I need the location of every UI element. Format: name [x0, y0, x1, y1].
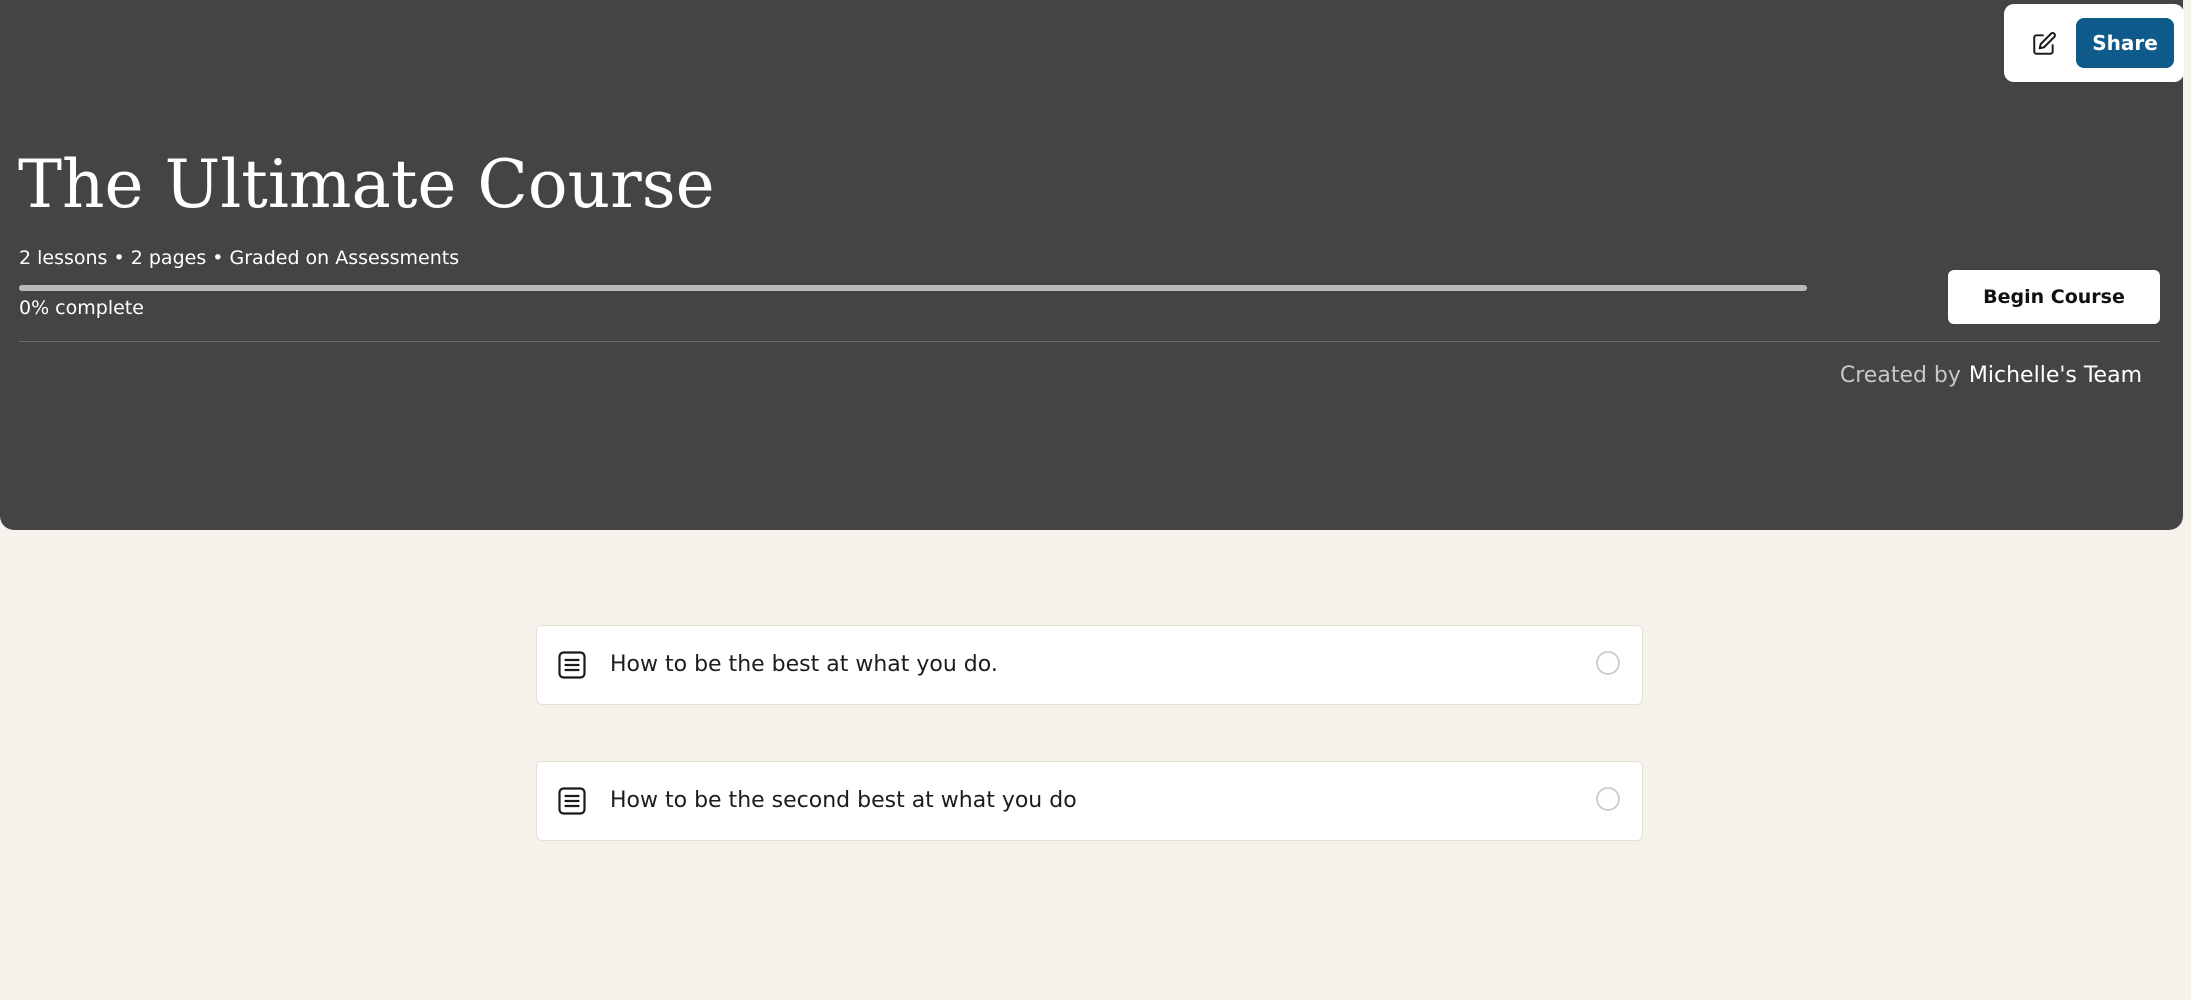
- lesson-title: How to be the second best at what you do: [610, 788, 1077, 813]
- course-creator: Created by Michelle's Team: [1840, 363, 2142, 388]
- course-hero: Share The Ultimate Course 2 lessons • 2 …: [0, 0, 2184, 530]
- course-toolbar: Share: [2004, 4, 2184, 82]
- document-icon: [558, 651, 586, 679]
- progress-label: 0% complete: [19, 297, 144, 319]
- progress-bar: [19, 285, 1807, 291]
- lesson-completion-indicator: [1596, 651, 1620, 675]
- edit-button[interactable]: [2026, 26, 2062, 62]
- lesson-list: How to be the best at what you do. How t…: [536, 625, 1643, 897]
- created-by-label: Created by: [1839, 363, 1961, 388]
- lesson-title: How to be the best at what you do.: [610, 652, 998, 677]
- pencil-edit-icon: [2033, 32, 2056, 55]
- lesson-item[interactable]: How to be the best at what you do.: [536, 625, 1643, 705]
- lesson-item[interactable]: How to be the second best at what you do: [536, 761, 1643, 841]
- begin-course-button[interactable]: Begin Course: [1948, 270, 2160, 324]
- lesson-completion-indicator: [1596, 787, 1620, 811]
- document-icon: [558, 787, 586, 815]
- share-button[interactable]: Share: [2076, 18, 2174, 68]
- creator-name: Michelle's Team: [1968, 363, 2142, 388]
- hero-divider: [19, 341, 2160, 342]
- course-title: The Ultimate Course: [18, 146, 715, 223]
- course-meta: 2 lessons • 2 pages • Graded on Assessme…: [19, 247, 460, 269]
